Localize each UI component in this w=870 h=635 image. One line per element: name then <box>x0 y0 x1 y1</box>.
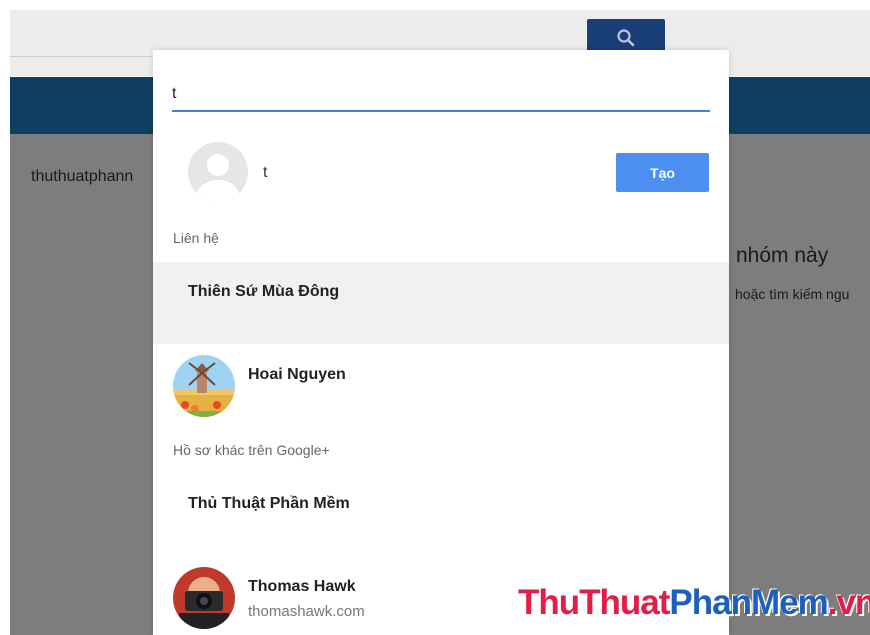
profile-subtitle: thomashawk.com <box>248 603 365 620</box>
hoai-nguyen-avatar <box>173 355 235 417</box>
contact-name: Hoai Nguyen <box>248 366 346 383</box>
profile-item-thu-thuat-phan-mem[interactable]: Thủ Thuật Phần Mềm <box>153 474 729 556</box>
contact-item-thien-su-mua-dong[interactable]: Thiên Sứ Mùa Đông <box>153 262 729 344</box>
create-contact-name: t <box>263 164 268 181</box>
empty-state-hint: hoặc tìm kiếm ngu <box>735 286 850 302</box>
watermark-part2: PhanMem <box>669 583 828 622</box>
search-icon <box>617 29 635 47</box>
sidebar-account-name: thuthuatphann <box>31 168 134 185</box>
contact-item-hoai-nguyen[interactable]: Hoai Nguyen <box>153 345 729 427</box>
section-other-profiles-label: Hồ sơ khác trên Google+ <box>173 442 330 458</box>
section-contacts-label: Liên hệ <box>173 230 219 246</box>
default-avatar-icon <box>188 142 248 202</box>
thomas-hawk-avatar <box>173 567 235 629</box>
watermark-logo: ThuThuatPhanMem.vn <box>518 583 870 623</box>
contact-name: Thiên Sứ Mùa Đông <box>188 283 340 300</box>
watermark-part1: ThuThuat <box>518 583 670 622</box>
people-search-input[interactable] <box>172 78 710 112</box>
watermark-part3: .vn <box>827 583 870 622</box>
add-people-dialog: t Tạo Liên hệ Thiên Sứ Mùa Đông <box>153 50 729 635</box>
profile-name: Thomas Hawk <box>248 578 356 595</box>
profile-name: Thủ Thuật Phần Mềm <box>188 495 350 512</box>
page-left-edge <box>0 0 10 635</box>
create-button[interactable]: Tạo <box>616 153 709 192</box>
create-contact-row: t Tạo <box>153 134 729 210</box>
empty-state-title: nhóm này <box>736 244 829 267</box>
